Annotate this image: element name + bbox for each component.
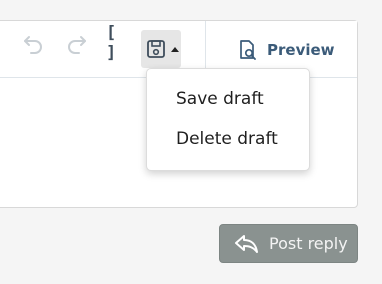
- delete-draft-menu-item[interactable]: Delete draft: [176, 129, 278, 149]
- floppy-disk-icon: [147, 40, 165, 58]
- drafts-menu-button[interactable]: [141, 30, 181, 68]
- drafts-dropdown-menu: Save draft Delete draft: [146, 68, 310, 171]
- save-draft-menu-item[interactable]: Save draft: [176, 89, 264, 109]
- code-brackets-button[interactable]: [ ]: [106, 23, 132, 63]
- redo-icon: [68, 36, 86, 54]
- post-reply-button[interactable]: Post reply: [219, 224, 358, 263]
- redo-button[interactable]: [64, 30, 90, 56]
- code-brackets-label: [ ]: [106, 23, 118, 63]
- caret-up-icon: [171, 47, 179, 52]
- reply-arrow-icon: [234, 233, 260, 255]
- preview-label: Preview: [267, 41, 335, 59]
- post-reply-label: Post reply: [269, 234, 348, 253]
- undo-icon: [24, 36, 42, 54]
- document-search-icon: [240, 40, 256, 60]
- undo-button[interactable]: [20, 30, 46, 56]
- preview-button[interactable]: Preview: [237, 38, 335, 62]
